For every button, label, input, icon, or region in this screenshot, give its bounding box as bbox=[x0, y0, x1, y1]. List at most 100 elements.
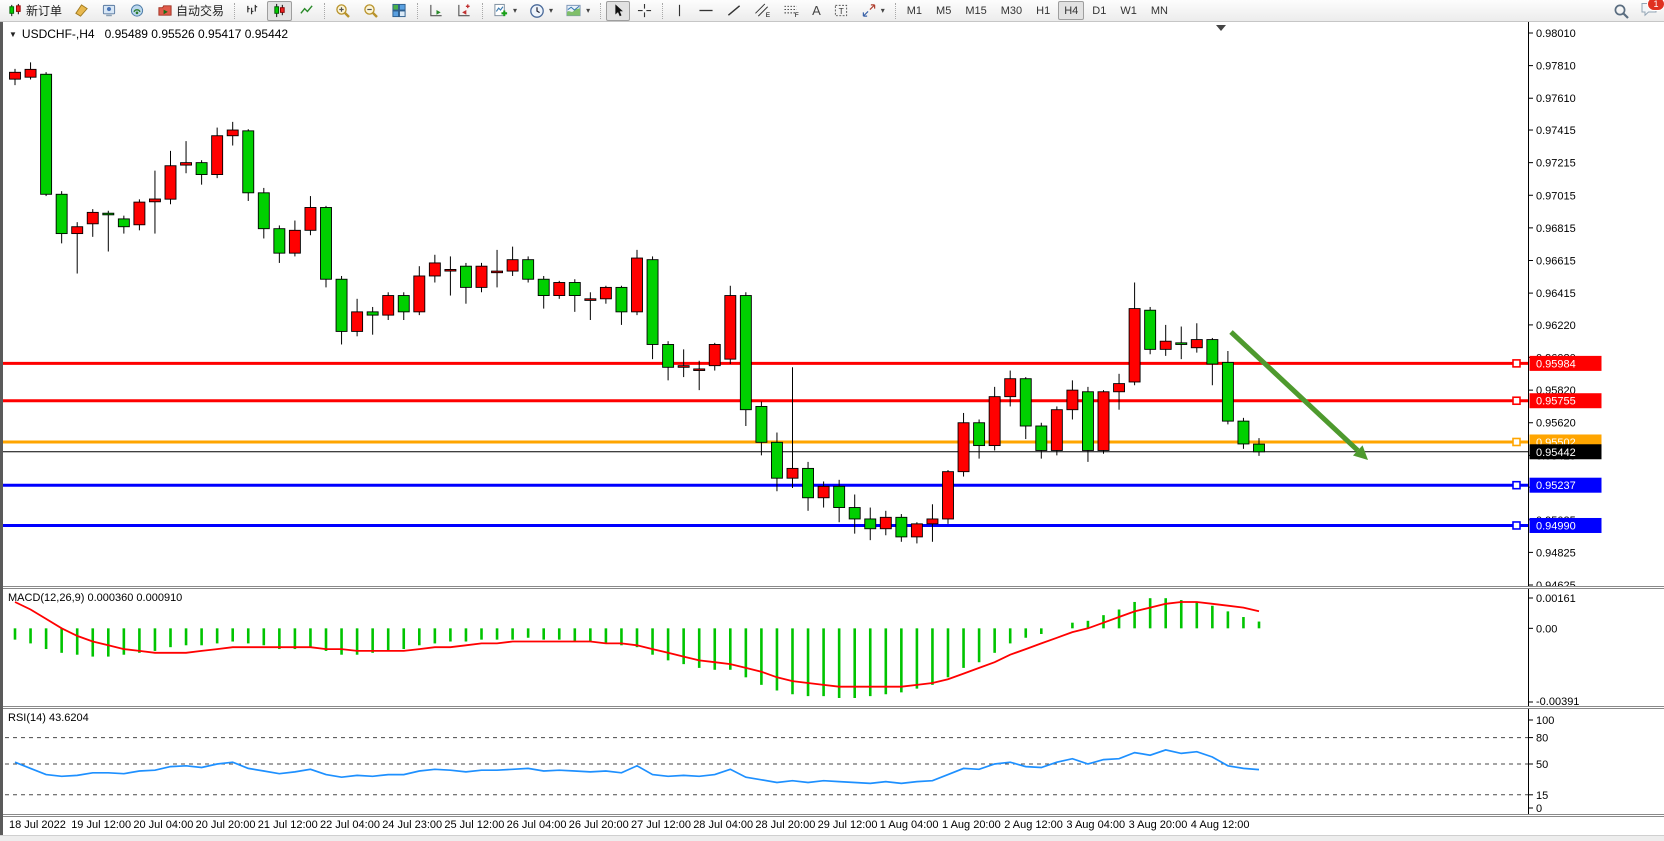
time-axis-label: 1 Aug 20:00 bbox=[942, 819, 1001, 831]
notifications-button[interactable]: 1 bbox=[1640, 1, 1658, 22]
timeframe-button-d1[interactable]: D1 bbox=[1086, 1, 1112, 20]
line-chart-icon bbox=[299, 3, 314, 18]
text-tool-icon: A bbox=[812, 3, 821, 18]
svg-text:0.97015: 0.97015 bbox=[1536, 190, 1576, 202]
svg-text:0.95442: 0.95442 bbox=[1536, 447, 1576, 459]
trendline-tool-button[interactable] bbox=[721, 1, 747, 21]
time-axis-label: 26 Jul 20:00 bbox=[569, 819, 629, 831]
equidistant-channel-icon: E bbox=[754, 3, 771, 18]
zoom-out-icon bbox=[363, 3, 379, 19]
toolbar-separator bbox=[662, 3, 663, 19]
time-axis-label: 20 Jul 20:00 bbox=[196, 819, 256, 831]
svg-text:15: 15 bbox=[1536, 790, 1548, 802]
svg-text:0.00: 0.00 bbox=[1536, 623, 1557, 635]
svg-text:0.96415: 0.96415 bbox=[1536, 288, 1576, 300]
zoom-in-button[interactable] bbox=[330, 1, 356, 21]
toolbar: 新订单 自动交易 bbox=[0, 0, 1664, 22]
timeframe-group: M1M5M15M30H1H4D1W1MN bbox=[900, 1, 1175, 20]
trendline-icon bbox=[726, 3, 742, 18]
text-tool-button[interactable]: A bbox=[807, 1, 826, 21]
tile-windows-button[interactable] bbox=[386, 1, 412, 21]
accounts-button[interactable] bbox=[96, 1, 122, 21]
timeframe-button-w1[interactable]: W1 bbox=[1114, 1, 1143, 20]
line-chart-mode-button[interactable] bbox=[294, 1, 319, 21]
market-watch-button[interactable] bbox=[69, 1, 94, 21]
chart-area: 0.980100.978100.976100.974150.972150.970… bbox=[0, 22, 1664, 835]
macd-label: MACD(12,26,9) 0.000360 0.000910 bbox=[8, 592, 182, 604]
horizontal-line-tool-button[interactable] bbox=[693, 1, 719, 21]
periods-button[interactable]: ▾ bbox=[524, 1, 558, 21]
vertical-line-icon bbox=[673, 3, 686, 18]
timeframe-button-h4[interactable]: H4 bbox=[1058, 1, 1084, 20]
channel-tool-button[interactable]: E bbox=[749, 1, 776, 21]
svg-text:0.95755: 0.95755 bbox=[1536, 396, 1576, 408]
label-glyph: T bbox=[838, 6, 843, 16]
rsi-canvas[interactable]: 1008050150 bbox=[3, 709, 1664, 814]
signals-button[interactable] bbox=[124, 1, 150, 21]
time-axis-label: 28 Jul 20:00 bbox=[755, 819, 815, 831]
rsi-pane: 1008050150 RSI(14) 43.6204 bbox=[3, 709, 1664, 814]
time-axis-label: 18 Jul 2022 bbox=[9, 819, 66, 831]
time-axis-label: 24 Jul 23:00 bbox=[382, 819, 442, 831]
timeframe-button-m15[interactable]: M15 bbox=[959, 1, 992, 20]
indicators-button[interactable]: ▾ bbox=[488, 1, 522, 21]
time-axis-label: 22 Jul 04:00 bbox=[320, 819, 380, 831]
new-order-button[interactable]: 新订单 bbox=[3, 1, 67, 21]
cursor-tool-button[interactable] bbox=[606, 1, 630, 21]
clock-icon bbox=[529, 3, 545, 19]
time-axis-label: 28 Jul 04:00 bbox=[693, 819, 753, 831]
svg-text:0.97215: 0.97215 bbox=[1536, 158, 1576, 170]
svg-text:0.94825: 0.94825 bbox=[1536, 547, 1576, 559]
auto-trading-button[interactable]: 自动交易 bbox=[152, 1, 229, 21]
chart-ohlc-values: 0.95489 0.95526 0.95417 0.95442 bbox=[105, 27, 289, 41]
tile-windows-icon bbox=[391, 3, 407, 18]
candlestick-mode-button[interactable] bbox=[267, 1, 292, 21]
gold-tag-icon bbox=[74, 3, 89, 18]
templates-button[interactable]: ▾ bbox=[560, 1, 595, 21]
timeframe-button-m30[interactable]: M30 bbox=[995, 1, 1028, 20]
svg-text:50: 50 bbox=[1536, 759, 1548, 771]
window-bottom-edge bbox=[0, 835, 1664, 841]
timeframe-button-mn[interactable]: MN bbox=[1145, 1, 1174, 20]
svg-text:0.94990: 0.94990 bbox=[1536, 520, 1576, 532]
price-chart-canvas[interactable]: 0.980100.978100.976100.974150.972150.970… bbox=[3, 22, 1664, 586]
time-axis-label: 21 Jul 12:00 bbox=[258, 819, 318, 831]
chevron-down-icon: ▾ bbox=[881, 6, 885, 15]
au​to-scroll-button[interactable] bbox=[423, 1, 449, 21]
add-indicator-icon bbox=[493, 3, 509, 18]
toolbar-separator bbox=[895, 3, 896, 19]
horizontal-line-icon bbox=[698, 3, 714, 18]
timeframe-button-m5[interactable]: M5 bbox=[930, 1, 957, 20]
time-axis[interactable]: 18 Jul 2022 19 Jul 12:0020 Jul 04:0020 Ju… bbox=[3, 817, 1664, 835]
timeframe-button-h1[interactable]: H1 bbox=[1030, 1, 1056, 20]
chevron-down-icon: ▾ bbox=[549, 6, 553, 15]
rsi-label: RSI(14) 43.6204 bbox=[8, 712, 89, 724]
chart-symbol-period: USDCHF-,H4 bbox=[22, 27, 95, 41]
template-icon bbox=[565, 3, 582, 18]
zoom-in-icon bbox=[335, 3, 351, 19]
fibonacci-tool-button[interactable]: F bbox=[778, 1, 805, 21]
timeframe-button-m1[interactable]: M1 bbox=[901, 1, 928, 20]
arrows-tool-button[interactable]: ▾ bbox=[856, 1, 890, 21]
channel-glyph: E bbox=[766, 12, 771, 18]
chart-dropdown-icon[interactable]: ▼ bbox=[9, 30, 17, 39]
chevron-down-icon: ▾ bbox=[586, 6, 590, 15]
crosshair-tool-button[interactable] bbox=[632, 1, 657, 21]
toolbar-right: 1 bbox=[1613, 0, 1658, 22]
svg-text:0.97415: 0.97415 bbox=[1536, 125, 1576, 137]
svg-text:100: 100 bbox=[1536, 715, 1554, 727]
chevron-down-icon: ▾ bbox=[513, 6, 517, 15]
time-axis-label: 20 Jul 04:00 bbox=[133, 819, 193, 831]
time-axis-label: 19 Jul 12:00 bbox=[71, 819, 131, 831]
bar-chart-mode-button[interactable] bbox=[240, 1, 265, 21]
text-label-tool-button[interactable]: T bbox=[828, 1, 854, 21]
search-icon[interactable] bbox=[1613, 3, 1630, 20]
vertical-line-tool-button[interactable] bbox=[668, 1, 691, 21]
zoom-out-button[interactable] bbox=[358, 1, 384, 21]
time-axis-label: 27 Jul 12:00 bbox=[631, 819, 691, 831]
new-order-label: 新订单 bbox=[26, 2, 62, 19]
macd-canvas[interactable]: 0.001610.00-0.00391 bbox=[3, 589, 1664, 707]
fibonacci-icon: F bbox=[783, 3, 800, 18]
chart-shift-button[interactable] bbox=[451, 1, 477, 21]
toolbar-separator bbox=[234, 3, 235, 19]
